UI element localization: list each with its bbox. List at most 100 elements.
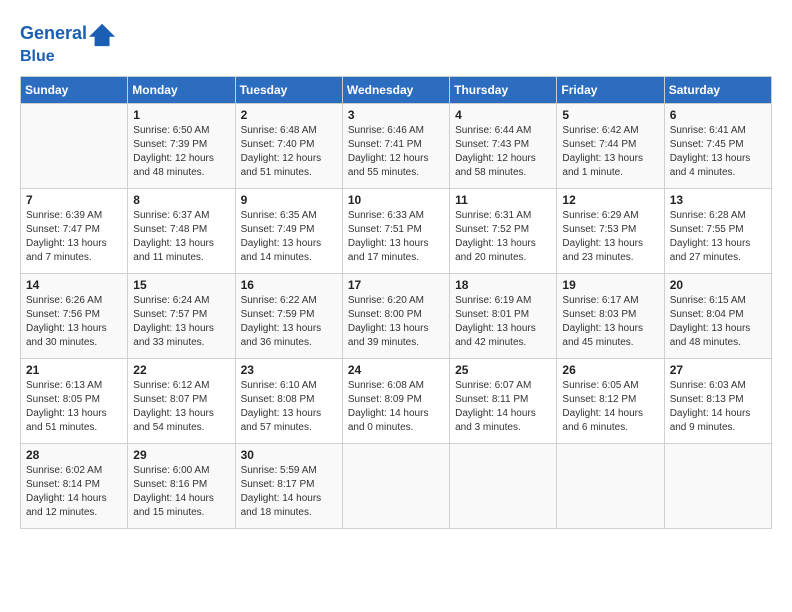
calendar-cell: 30 Sunrise: 5:59 AM Sunset: 8:17 PM Dayli… <box>235 443 342 528</box>
logo: General Blue <box>20 20 117 66</box>
day-number: 20 <box>670 278 766 292</box>
calendar-cell: 23 Sunrise: 6:10 AM Sunset: 8:08 PM Dayli… <box>235 358 342 443</box>
calendar-header-row: SundayMondayTuesdayWednesdayThursdayFrid… <box>21 76 772 103</box>
calendar-cell: 16 Sunrise: 6:22 AM Sunset: 7:59 PM Dayli… <box>235 273 342 358</box>
logo-text: General <box>20 24 87 44</box>
day-info: Sunrise: 6:44 AM Sunset: 7:43 PM Dayligh… <box>455 124 551 180</box>
day-info: Sunrise: 6:50 AM Sunset: 7:39 PM Dayligh… <box>133 124 229 180</box>
day-number: 9 <box>241 193 337 207</box>
day-info: Sunrise: 6:00 AM Sunset: 8:16 PM Dayligh… <box>133 464 229 520</box>
day-number: 28 <box>26 448 122 462</box>
day-info: Sunrise: 6:08 AM Sunset: 8:09 PM Dayligh… <box>348 379 444 435</box>
calendar-cell: 22Sunrise: 6:12 AM Sunset: 8:07 PM Dayli… <box>128 358 235 443</box>
calendar-cell <box>557 443 664 528</box>
calendar-cell: 3 Sunrise: 6:46 AM Sunset: 7:41 PM Daylig… <box>342 103 449 188</box>
day-number: 4 <box>455 108 551 122</box>
day-number: 26 <box>562 363 658 377</box>
day-info: Sunrise: 6:26 AM Sunset: 7:56 PM Dayligh… <box>26 294 122 350</box>
day-info: Sunrise: 6:42 AM Sunset: 7:44 PM Dayligh… <box>562 124 658 180</box>
day-header-saturday: Saturday <box>664 76 771 103</box>
day-number: 24 <box>348 363 444 377</box>
calendar-cell <box>450 443 557 528</box>
calendar-cell: 19 Sunrise: 6:17 AM Sunset: 8:03 PM Dayli… <box>557 273 664 358</box>
day-info: Sunrise: 6:15 AM Sunset: 8:04 PM Dayligh… <box>670 294 766 350</box>
calendar-cell: 12 Sunrise: 6:29 AM Sunset: 7:53 PM Dayli… <box>557 188 664 273</box>
logo-icon <box>89 20 117 48</box>
day-number: 2 <box>241 108 337 122</box>
calendar-cell: 20 Sunrise: 6:15 AM Sunset: 8:04 PM Dayli… <box>664 273 771 358</box>
calendar-cell: 17 Sunrise: 6:20 AM Sunset: 8:00 PM Dayli… <box>342 273 449 358</box>
calendar-cell <box>342 443 449 528</box>
day-info: Sunrise: 6:22 AM Sunset: 7:59 PM Dayligh… <box>241 294 337 350</box>
calendar-cell: 13 Sunrise: 6:28 AM Sunset: 7:55 PM Dayli… <box>664 188 771 273</box>
day-info: Sunrise: 6:48 AM Sunset: 7:40 PM Dayligh… <box>241 124 337 180</box>
day-number: 22 <box>133 363 229 377</box>
calendar-cell: 11Sunrise: 6:31 AM Sunset: 7:52 PM Dayli… <box>450 188 557 273</box>
day-number: 25 <box>455 363 551 377</box>
week-row-1: 1 Sunrise: 6:50 AM Sunset: 7:39 PM Daylig… <box>21 103 772 188</box>
day-info: Sunrise: 6:19 AM Sunset: 8:01 PM Dayligh… <box>455 294 551 350</box>
week-row-2: 7Sunrise: 6:39 AM Sunset: 7:47 PM Daylig… <box>21 188 772 273</box>
calendar-cell: 24 Sunrise: 6:08 AM Sunset: 8:09 PM Dayli… <box>342 358 449 443</box>
day-info: Sunrise: 6:24 AM Sunset: 7:57 PM Dayligh… <box>133 294 229 350</box>
day-info: Sunrise: 6:46 AM Sunset: 7:41 PM Dayligh… <box>348 124 444 180</box>
day-number: 18 <box>455 278 551 292</box>
day-number: 17 <box>348 278 444 292</box>
calendar-cell <box>664 443 771 528</box>
calendar-cell <box>21 103 128 188</box>
day-number: 3 <box>348 108 444 122</box>
calendar-cell: 27 Sunrise: 6:03 AM Sunset: 8:13 PM Dayli… <box>664 358 771 443</box>
day-header-friday: Friday <box>557 76 664 103</box>
day-number: 23 <box>241 363 337 377</box>
day-number: 13 <box>670 193 766 207</box>
day-info: Sunrise: 6:20 AM Sunset: 8:00 PM Dayligh… <box>348 294 444 350</box>
day-number: 12 <box>562 193 658 207</box>
day-header-tuesday: Tuesday <box>235 76 342 103</box>
day-info: Sunrise: 6:07 AM Sunset: 8:11 PM Dayligh… <box>455 379 551 435</box>
day-number: 10 <box>348 193 444 207</box>
calendar-cell: 4 Sunrise: 6:44 AM Sunset: 7:43 PM Daylig… <box>450 103 557 188</box>
week-row-4: 21Sunrise: 6:13 AM Sunset: 8:05 PM Dayli… <box>21 358 772 443</box>
day-number: 30 <box>241 448 337 462</box>
calendar-cell: 9 Sunrise: 6:35 AM Sunset: 7:49 PM Daylig… <box>235 188 342 273</box>
day-info: Sunrise: 6:35 AM Sunset: 7:49 PM Dayligh… <box>241 209 337 265</box>
day-info: Sunrise: 6:05 AM Sunset: 8:12 PM Dayligh… <box>562 379 658 435</box>
calendar-cell: 8 Sunrise: 6:37 AM Sunset: 7:48 PM Daylig… <box>128 188 235 273</box>
calendar-cell: 28 Sunrise: 6:02 AM Sunset: 8:14 PM Dayli… <box>21 443 128 528</box>
day-number: 1 <box>133 108 229 122</box>
day-info: Sunrise: 6:29 AM Sunset: 7:53 PM Dayligh… <box>562 209 658 265</box>
page-header: General Blue <box>20 20 772 66</box>
calendar-body: 1 Sunrise: 6:50 AM Sunset: 7:39 PM Daylig… <box>21 103 772 528</box>
day-number: 27 <box>670 363 766 377</box>
day-number: 16 <box>241 278 337 292</box>
day-number: 5 <box>562 108 658 122</box>
day-info: Sunrise: 6:10 AM Sunset: 8:08 PM Dayligh… <box>241 379 337 435</box>
calendar-cell: 6Sunrise: 6:41 AM Sunset: 7:45 PM Daylig… <box>664 103 771 188</box>
day-info: Sunrise: 6:37 AM Sunset: 7:48 PM Dayligh… <box>133 209 229 265</box>
day-number: 15 <box>133 278 229 292</box>
week-row-3: 14 Sunrise: 6:26 AM Sunset: 7:56 PM Dayli… <box>21 273 772 358</box>
day-number: 21 <box>26 363 122 377</box>
week-row-5: 28 Sunrise: 6:02 AM Sunset: 8:14 PM Dayli… <box>21 443 772 528</box>
day-info: Sunrise: 6:02 AM Sunset: 8:14 PM Dayligh… <box>26 464 122 520</box>
calendar-cell: 10 Sunrise: 6:33 AM Sunset: 7:51 PM Dayli… <box>342 188 449 273</box>
calendar-cell: 1 Sunrise: 6:50 AM Sunset: 7:39 PM Daylig… <box>128 103 235 188</box>
day-info: Sunrise: 6:03 AM Sunset: 8:13 PM Dayligh… <box>670 379 766 435</box>
day-number: 19 <box>562 278 658 292</box>
calendar-cell: 7Sunrise: 6:39 AM Sunset: 7:47 PM Daylig… <box>21 188 128 273</box>
logo-text-blue: Blue <box>20 48 117 66</box>
calendar-cell: 18 Sunrise: 6:19 AM Sunset: 8:01 PM Dayli… <box>450 273 557 358</box>
day-number: 14 <box>26 278 122 292</box>
calendar-cell: 14 Sunrise: 6:26 AM Sunset: 7:56 PM Dayli… <box>21 273 128 358</box>
calendar-cell: 15 Sunrise: 6:24 AM Sunset: 7:57 PM Dayli… <box>128 273 235 358</box>
calendar-cell: 29Sunrise: 6:00 AM Sunset: 8:16 PM Dayli… <box>128 443 235 528</box>
day-number: 8 <box>133 193 229 207</box>
day-info: Sunrise: 6:39 AM Sunset: 7:47 PM Dayligh… <box>26 209 122 265</box>
day-header-wednesday: Wednesday <box>342 76 449 103</box>
day-info: Sunrise: 6:17 AM Sunset: 8:03 PM Dayligh… <box>562 294 658 350</box>
day-info: Sunrise: 5:59 AM Sunset: 8:17 PM Dayligh… <box>241 464 337 520</box>
day-info: Sunrise: 6:28 AM Sunset: 7:55 PM Dayligh… <box>670 209 766 265</box>
calendar-cell: 26 Sunrise: 6:05 AM Sunset: 8:12 PM Dayli… <box>557 358 664 443</box>
day-header-monday: Monday <box>128 76 235 103</box>
day-info: Sunrise: 6:33 AM Sunset: 7:51 PM Dayligh… <box>348 209 444 265</box>
